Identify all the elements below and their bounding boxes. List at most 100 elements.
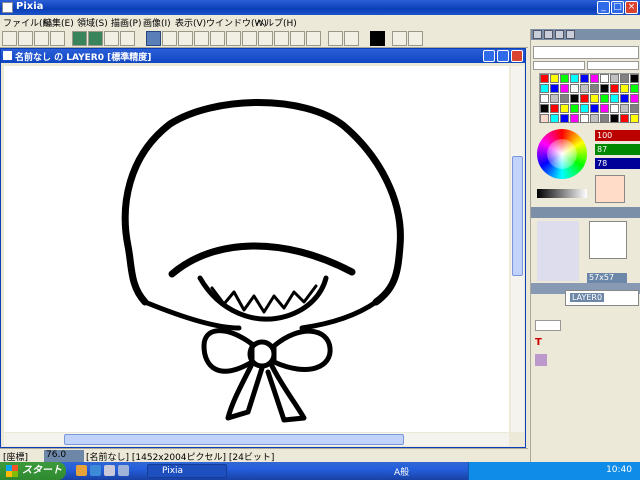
palette-swatch[interactable]	[620, 114, 629, 123]
start-button[interactable]: スタート	[0, 462, 66, 480]
palette-swatch[interactable]	[550, 74, 559, 83]
palette-swatch[interactable]	[580, 84, 589, 93]
fill-tool-icon[interactable]	[258, 31, 273, 46]
ime-indicator[interactable]: A般	[394, 465, 409, 478]
palette-swatch[interactable]	[610, 114, 619, 123]
palette-swatch[interactable]	[540, 114, 549, 123]
undo-icon[interactable]	[72, 31, 87, 46]
paste-icon[interactable]	[120, 31, 135, 46]
panel-button-3[interactable]	[555, 30, 564, 39]
curve-tool-icon[interactable]	[210, 31, 225, 46]
palette-swatch[interactable]	[540, 84, 549, 93]
browser-quicklaunch-icon[interactable]	[76, 465, 87, 476]
shade-tool-icon[interactable]	[344, 31, 359, 46]
ie-quicklaunch-icon[interactable]	[90, 465, 101, 476]
copy-icon[interactable]	[104, 31, 119, 46]
pen-size-row[interactable]	[533, 46, 639, 59]
palette-swatch[interactable]	[600, 114, 609, 123]
color-palette[interactable]	[539, 73, 639, 123]
palette-swatch[interactable]	[590, 94, 599, 103]
minimize-button[interactable]: _	[597, 1, 610, 14]
palette-swatch[interactable]	[610, 84, 619, 93]
eraser-tool-icon[interactable]	[328, 31, 343, 46]
vertical-scrollbar[interactable]	[511, 66, 524, 432]
palette-swatch[interactable]	[620, 104, 629, 113]
palette-swatch[interactable]	[590, 84, 599, 93]
brightness-slider[interactable]	[537, 189, 587, 198]
palette-swatch[interactable]	[540, 94, 549, 103]
palette-swatch[interactable]	[550, 114, 559, 123]
palette-swatch[interactable]	[620, 94, 629, 103]
pen-density-slider[interactable]	[533, 61, 585, 70]
palette-swatch[interactable]	[570, 74, 579, 83]
palette-swatch[interactable]	[600, 84, 609, 93]
zoom-in-icon[interactable]	[392, 31, 407, 46]
vertical-scroll-thumb[interactable]	[512, 156, 523, 276]
palette-swatch[interactable]	[590, 74, 599, 83]
palette-swatch[interactable]	[570, 94, 579, 103]
palette-swatch[interactable]	[550, 84, 559, 93]
palette-swatch[interactable]	[600, 104, 609, 113]
line-tool-icon[interactable]	[178, 31, 193, 46]
palette-swatch[interactable]	[620, 84, 629, 93]
palette-swatch[interactable]	[580, 114, 589, 123]
palette-swatch[interactable]	[540, 104, 549, 113]
color-wheel[interactable]	[537, 129, 587, 179]
current-color-swatch[interactable]	[595, 175, 625, 203]
palette-swatch[interactable]	[600, 74, 609, 83]
doc-minimize-button[interactable]	[483, 50, 495, 62]
grid-tool-icon[interactable]	[306, 31, 321, 46]
eyedropper-tool-icon[interactable]	[274, 31, 289, 46]
panel-button-4[interactable]	[566, 30, 575, 39]
palette-swatch[interactable]	[610, 74, 619, 83]
desktop-quicklaunch-icon[interactable]	[118, 465, 129, 476]
palette-swatch[interactable]	[580, 94, 589, 103]
palette-swatch[interactable]	[630, 94, 639, 103]
redo-icon[interactable]	[88, 31, 103, 46]
layer-opacity-field[interactable]	[535, 320, 561, 331]
taskbar-pixia-button[interactable]: Pixia	[147, 464, 227, 478]
maximize-button[interactable]: □	[611, 1, 624, 14]
menu-image[interactable]: 画像(I)	[143, 16, 171, 29]
palette-swatch[interactable]	[570, 114, 579, 123]
new-file-icon[interactable]	[2, 31, 17, 46]
palette-swatch[interactable]	[630, 84, 639, 93]
layer-tool-icon[interactable]: T	[535, 337, 547, 349]
blue-value[interactable]: 78	[595, 158, 640, 169]
explorer-quicklaunch-icon[interactable]	[104, 465, 115, 476]
palette-swatch[interactable]	[550, 94, 559, 103]
zoom-out-icon[interactable]	[408, 31, 423, 46]
menu-select[interactable]: 領域(S)	[77, 16, 108, 29]
panel-button-2[interactable]	[544, 30, 553, 39]
close-button[interactable]: ×	[625, 1, 638, 14]
menu-draw[interactable]: 描画(P)	[111, 16, 141, 29]
brush-shape-grid[interactable]	[537, 221, 579, 281]
layer-row[interactable]: LAYER0	[565, 290, 639, 306]
document-title-bar[interactable]: 名前なし の LAYER0 [標準精度]	[1, 49, 525, 63]
palette-swatch[interactable]	[590, 104, 599, 113]
palette-swatch[interactable]	[570, 84, 579, 93]
palette-swatch[interactable]	[560, 104, 569, 113]
palette-swatch[interactable]	[620, 74, 629, 83]
lasso-tool-icon[interactable]	[242, 31, 257, 46]
open-file-icon[interactable]	[18, 31, 33, 46]
palette-swatch[interactable]	[630, 114, 639, 123]
palette-swatch[interactable]	[600, 94, 609, 103]
doc-close-button[interactable]	[511, 50, 523, 62]
horizontal-scroll-thumb[interactable]	[64, 434, 404, 445]
palette-swatch[interactable]	[560, 84, 569, 93]
horizontal-scrollbar[interactable]	[4, 433, 509, 446]
palette-swatch[interactable]	[630, 74, 639, 83]
clock[interactable]: 10:40	[606, 465, 632, 475]
print-icon[interactable]	[50, 31, 65, 46]
panel-button-1[interactable]	[533, 30, 542, 39]
palette-swatch[interactable]	[610, 104, 619, 113]
green-value[interactable]: 87	[595, 144, 640, 155]
palette-swatch[interactable]	[560, 94, 569, 103]
palette-swatch[interactable]	[550, 104, 559, 113]
palette-swatch[interactable]	[540, 74, 549, 83]
red-value[interactable]: 100	[595, 130, 640, 141]
palette-swatch[interactable]	[570, 104, 579, 113]
pen-tool-icon[interactable]	[146, 31, 161, 46]
palette-swatch[interactable]	[580, 104, 589, 113]
